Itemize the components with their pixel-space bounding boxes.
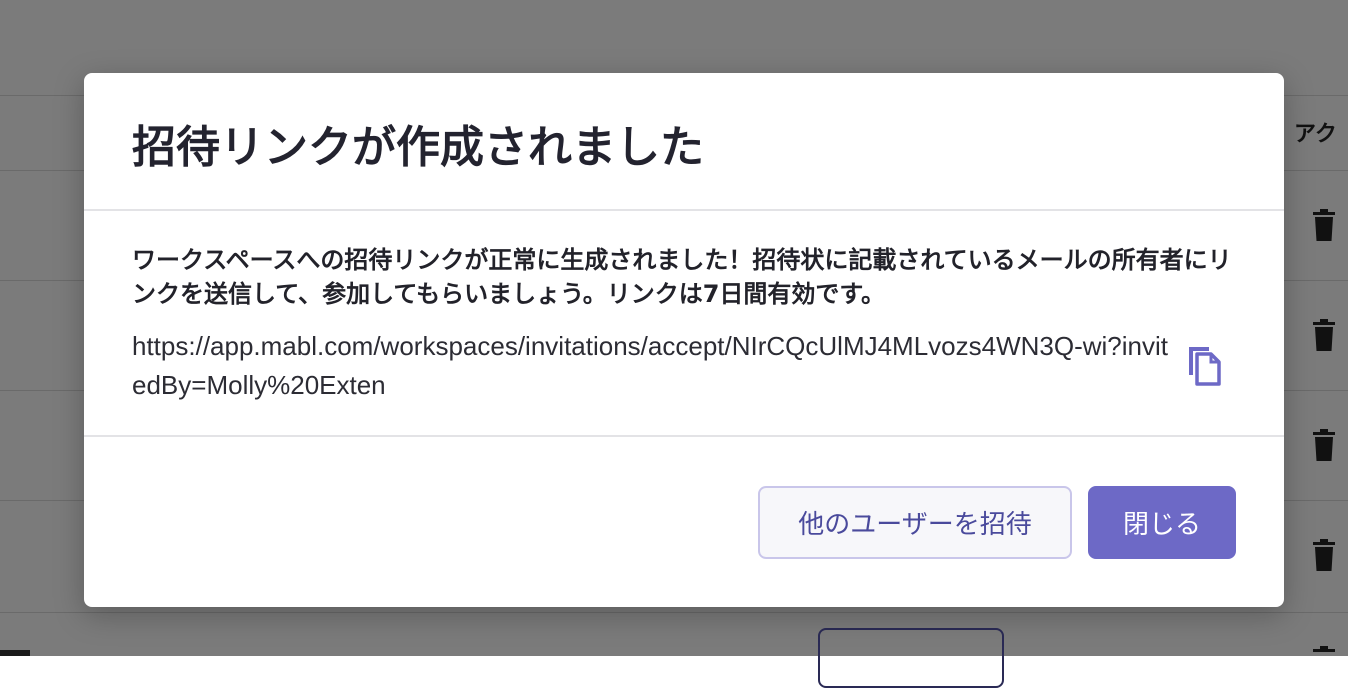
trash-icon[interactable] [1311, 208, 1337, 242]
dialog-message: ワークスペースへの招待リンクが正常に生成されました！招待状に記載されているメール… [132, 246, 1232, 308]
trash-icon[interactable] [1311, 428, 1337, 462]
header-divider [84, 209, 1284, 211]
dialog-title: 招待リンクが作成されました [132, 122, 704, 173]
trash-icon[interactable] [1311, 318, 1337, 352]
invite-link-dialog: 招待リンクが作成されました ワークスペースへの招待リンクが正常に生成されました！… [84, 73, 1284, 607]
trash-icon[interactable] [1311, 645, 1337, 679]
copy-icon[interactable] [1184, 343, 1224, 387]
actions-column-header: アク [1294, 122, 1337, 147]
table-divider [0, 612, 1348, 613]
trash-icon[interactable] [1311, 538, 1337, 572]
row-icon [0, 650, 30, 656]
role-button[interactable] [818, 628, 1004, 688]
invite-link-text[interactable]: https://app.mabl.com/workspaces/invitati… [132, 327, 1182, 405]
invite-other-users-button[interactable]: 他のユーザーを招待 [758, 486, 1072, 559]
close-button[interactable]: 閉じる [1088, 486, 1236, 559]
footer-divider [84, 435, 1284, 437]
